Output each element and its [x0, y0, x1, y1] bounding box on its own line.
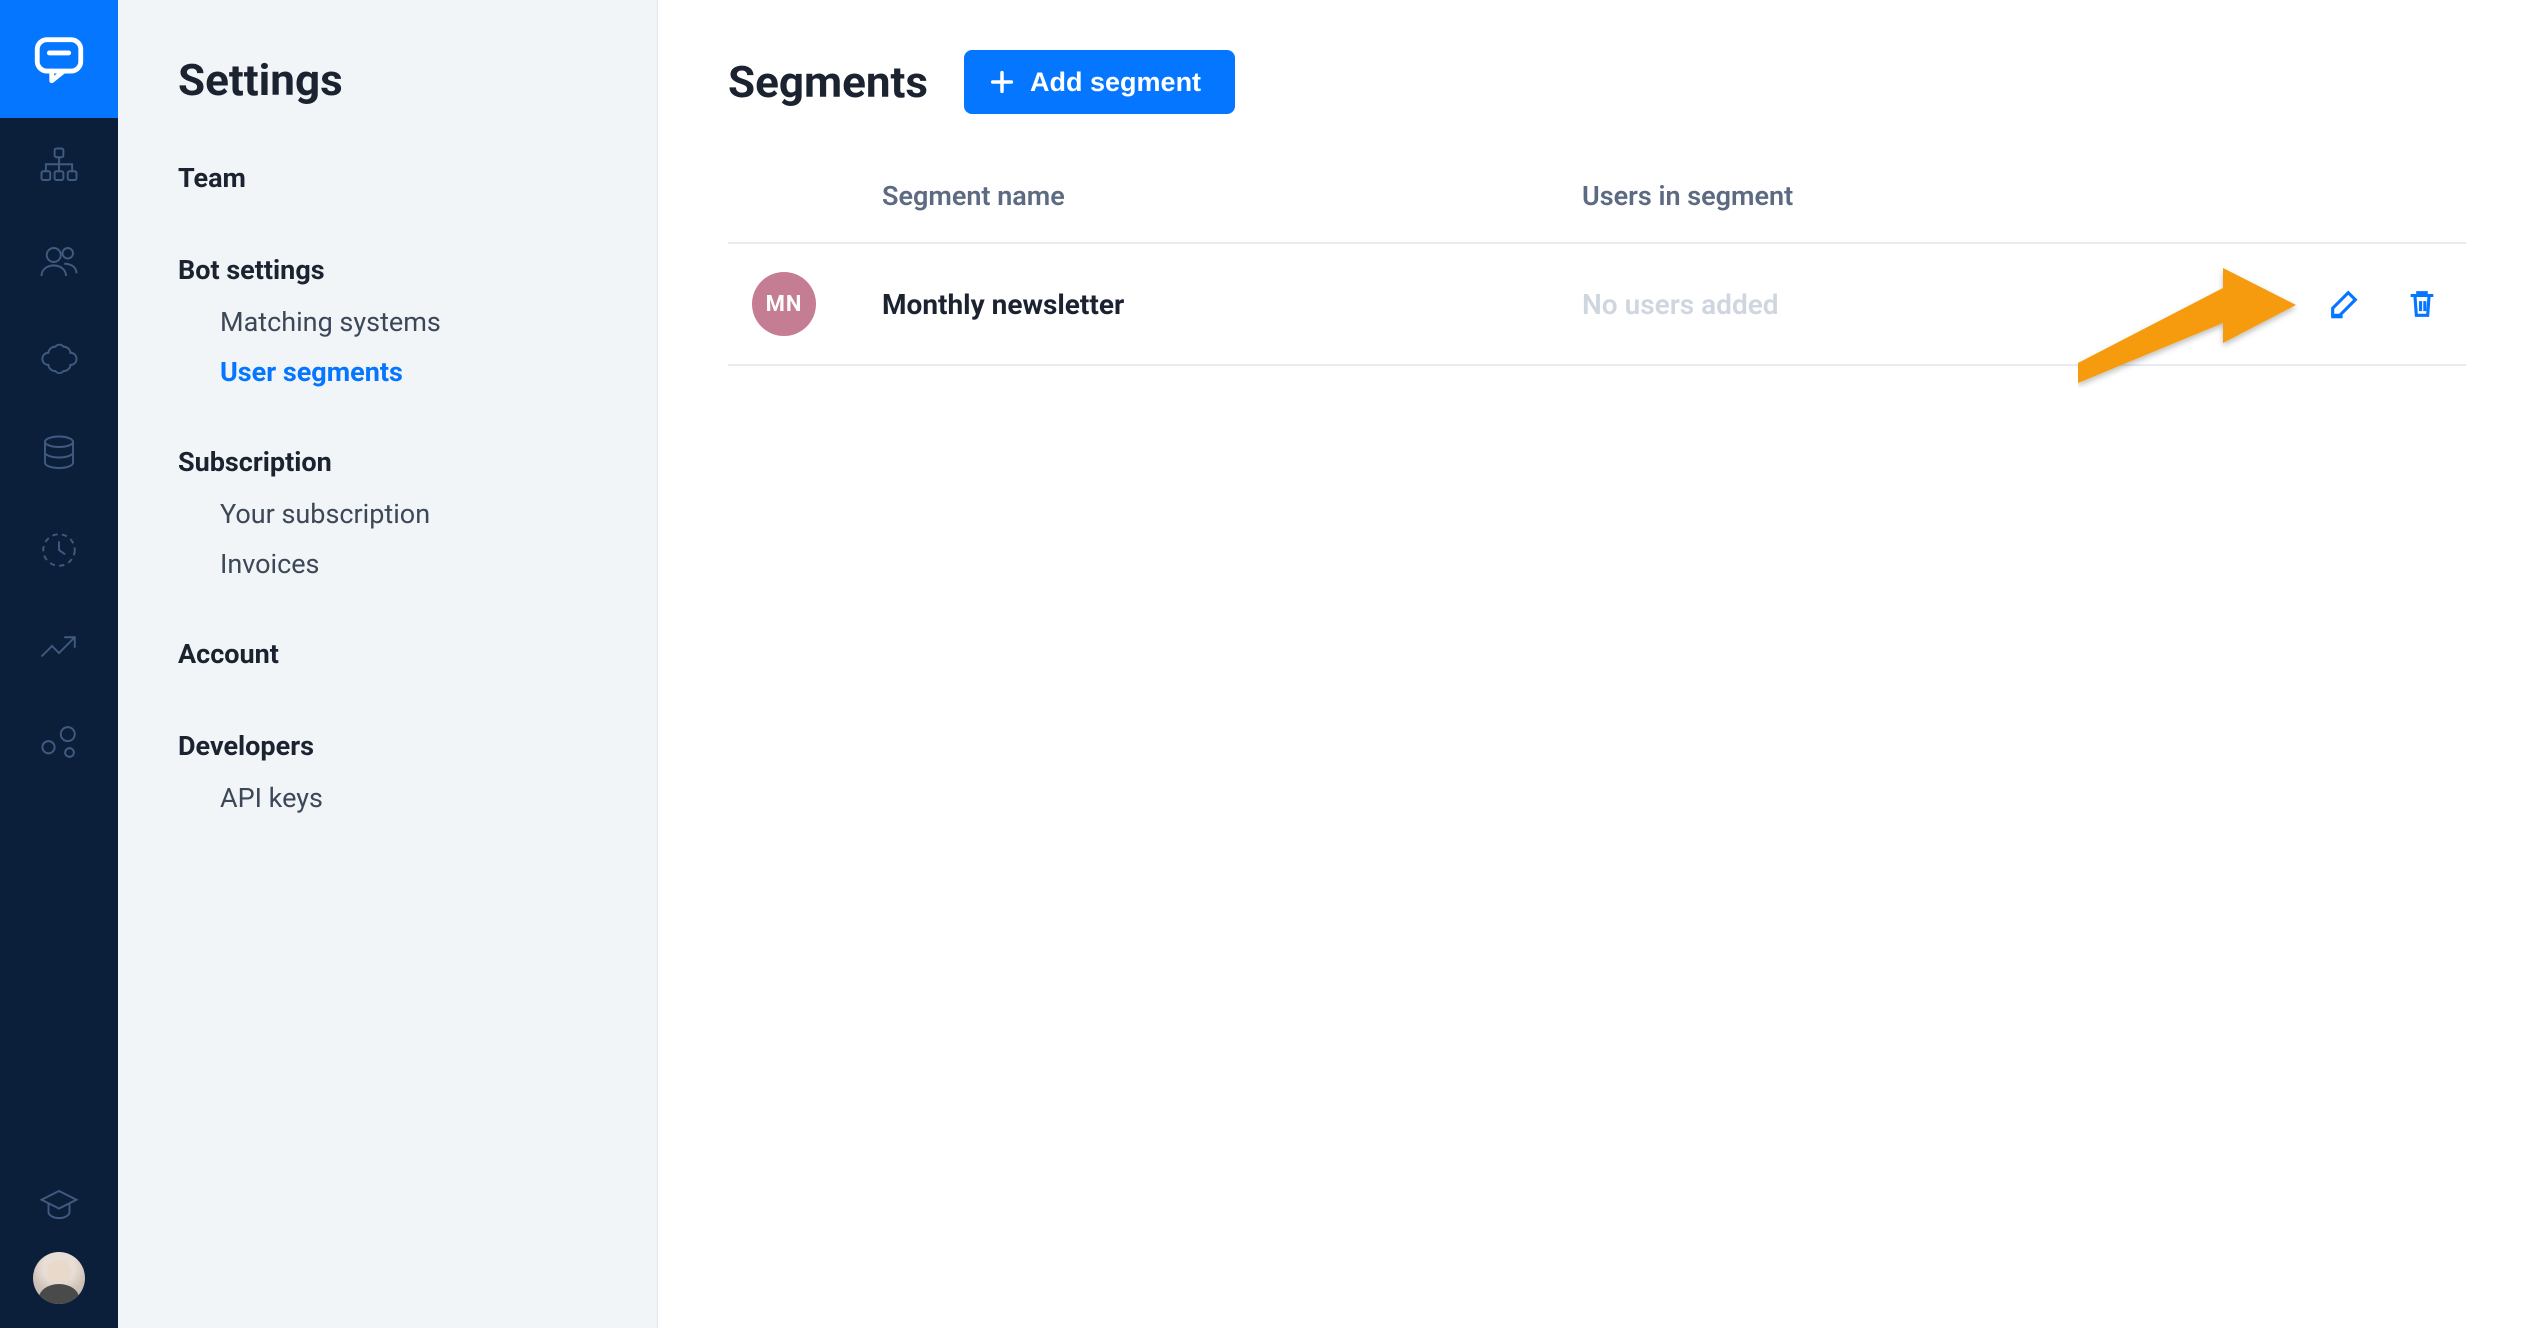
sitemap-icon	[38, 145, 80, 187]
rail-nav-data[interactable]	[0, 406, 118, 502]
column-header-users: Users in segment	[1582, 180, 2202, 212]
graduation-cap-icon	[38, 1184, 80, 1226]
add-segment-button[interactable]: Add segment	[964, 50, 1235, 114]
segments-table: Segment name Users in segment MN Monthly…	[728, 180, 2466, 366]
rail-nav-learn[interactable]	[0, 1184, 118, 1226]
plus-icon	[988, 68, 1016, 96]
rail-nav-ai[interactable]	[0, 310, 118, 406]
rail-nav-analytics[interactable]	[0, 598, 118, 694]
sidebar-section-team[interactable]: Team	[178, 162, 629, 194]
database-icon	[38, 433, 80, 475]
column-header-name: Segment name	[882, 180, 1582, 212]
pencil-icon	[2327, 287, 2361, 321]
nodes-icon	[38, 721, 80, 763]
sidebar-item-your-subscription[interactable]: Your subscription	[220, 498, 629, 530]
sidebar-item-matching-systems[interactable]: Matching systems	[220, 306, 629, 338]
user-avatar[interactable]	[33, 1252, 85, 1304]
clock-dashed-icon	[38, 529, 80, 571]
sidebar-section-developers[interactable]: Developers	[178, 730, 629, 762]
sidebar-section-bot-settings[interactable]: Bot settings	[178, 254, 629, 286]
main-content: Segments Add segment Segment name Users …	[658, 0, 2536, 1328]
rail-nav-structure[interactable]	[0, 118, 118, 214]
table-header: Segment name Users in segment	[728, 180, 2466, 244]
users-icon	[38, 241, 80, 283]
rail-nav-history[interactable]	[0, 502, 118, 598]
settings-sidebar: Settings Team Bot settings Matching syst…	[118, 0, 658, 1328]
table-row[interactable]: MN Monthly newsletter No users added	[728, 244, 2466, 366]
add-segment-label: Add segment	[1030, 67, 1201, 98]
delete-segment-button[interactable]	[2402, 284, 2442, 324]
segment-badge: MN	[752, 272, 816, 336]
brain-icon	[38, 337, 80, 379]
sidebar-section-subscription[interactable]: Subscription	[178, 446, 629, 478]
trend-up-icon	[38, 625, 80, 667]
segment-name: Monthly newsletter	[882, 288, 1582, 321]
edit-segment-button[interactable]	[2324, 284, 2364, 324]
page-title: Segments	[728, 56, 928, 108]
segment-users-empty: No users added	[1582, 288, 2202, 321]
rail-nav-users[interactable]	[0, 214, 118, 310]
sidebar-item-api-keys[interactable]: API keys	[220, 782, 629, 814]
sidebar-title: Settings	[178, 54, 629, 106]
sidebar-item-invoices[interactable]: Invoices	[220, 548, 629, 580]
trash-icon	[2405, 287, 2439, 321]
sidebar-item-user-segments[interactable]: User segments	[220, 356, 629, 388]
app-logo[interactable]	[0, 0, 118, 118]
icon-rail	[0, 0, 118, 1328]
rail-nav-integrations[interactable]	[0, 694, 118, 790]
row-actions	[2202, 284, 2442, 324]
main-header: Segments Add segment	[728, 50, 2466, 114]
chatbot-logo-icon	[30, 30, 88, 88]
sidebar-section-account[interactable]: Account	[178, 638, 629, 670]
